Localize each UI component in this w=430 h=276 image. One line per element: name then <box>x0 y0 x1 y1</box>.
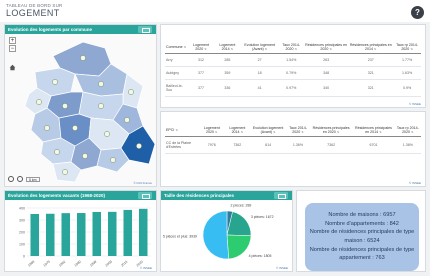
map-scale: 5 km <box>26 176 40 182</box>
communes-source: © INSEE <box>408 102 421 106</box>
col-evolution[interactable]: Evolution logement (Avant) ⇅ <box>250 124 287 138</box>
bar[interactable] <box>138 208 148 256</box>
vacants-bar-chart: 400 300 200 100 01968 1975 1982 1990 1999 2009 201… <box>19 206 151 268</box>
y-tick-label: 200 <box>19 230 25 234</box>
communes-table-panel: Commune ⇅ Logement 2020 ⇅ Logement 2014 … <box>160 24 426 108</box>
col-logement-2020[interactable]: Logement 2020 ⇅ <box>199 124 225 138</box>
table-header-row: EPCI ⇅ Logement 2020 ⇅ Logement 2014 ⇅ E… <box>165 124 421 138</box>
y-tick-label: 0 <box>23 254 25 258</box>
col-taux[interactable]: Taux 2014-2020 ⇅ <box>278 41 304 55</box>
col-taux-rp[interactable]: Taux rp 2014-2020 ⇅ <box>394 124 421 138</box>
x-tick-label: 1975 <box>43 260 51 268</box>
pie-label: 5 pièces et plus: 3939 <box>163 234 197 238</box>
y-tick-label: 300 <box>19 218 25 222</box>
col-epci[interactable]: EPCI ⇅ <box>165 124 199 138</box>
x-tick-label: 1990 <box>74 260 82 268</box>
map-toolbar: 5 km <box>8 176 40 182</box>
col-logement-2014[interactable]: Logement 2014 ⇅ <box>214 41 241 55</box>
commune-map[interactable] <box>5 34 156 186</box>
bar[interactable] <box>30 214 40 256</box>
x-tick-label: 1999 <box>89 260 97 268</box>
app-header: TABLEAU DE BORD SUR LOGEMENT ? <box>0 0 430 22</box>
col-rp-2020[interactable]: Résidences principales en 2020 ⇅ <box>309 124 353 138</box>
bar[interactable] <box>92 211 102 256</box>
communes-table: Commune ⇅ Logement 2020 ⇅ Logement 2014 … <box>165 41 421 98</box>
help-button[interactable]: ? <box>411 6 424 19</box>
stats-panel: Nombre de maisons : 6957 Nombre d'appart… <box>296 190 426 272</box>
export-button[interactable] <box>274 192 288 199</box>
residences-source: © INSEE <box>275 266 288 270</box>
x-tick-label: 2009 <box>105 260 113 268</box>
bar[interactable] <box>61 213 71 256</box>
x-tick-label: 1968 <box>27 260 35 268</box>
table-row[interactable]: Aubigny 377 359 18 0.79% 348 321 1.63% <box>165 66 421 81</box>
x-tick-label: 2014 <box>120 260 128 268</box>
stat-appartements: Nombre d'appartements : 842 <box>325 220 399 227</box>
col-taux-rp[interactable]: Taux rp 2014-2020 ⇅ <box>393 41 421 55</box>
epci-source: © INSEE <box>408 181 421 185</box>
col-rp-2014[interactable]: Résidences principales en 2014 ⇅ <box>352 124 395 138</box>
col-rp-2020[interactable]: Résidences principales en 2020 ⇅ <box>303 41 349 55</box>
table-header-row: Commune ⇅ Logement 2020 ⇅ Logement 2014 … <box>165 41 421 55</box>
col-logement-2014[interactable]: Logement 2014 ⇅ <box>224 124 251 138</box>
bar[interactable] <box>45 213 55 256</box>
residences-panel-header: Taille des résidences principales <box>161 191 292 200</box>
vacants-panel-title: Évolution des logements vacants (1968-20… <box>8 193 106 198</box>
col-logement-2020[interactable]: Logement 2020 ⇅ <box>187 41 215 55</box>
map-panel-title: Evolution des logements par commune <box>8 27 93 32</box>
export-button[interactable] <box>138 192 152 199</box>
table-row[interactable]: CC de la Plaine d'Estrées 7976 7362 614 1.36… <box>165 136 421 155</box>
vacants-source: © INSEE <box>139 266 152 270</box>
map-view[interactable]: + − 5 km © IGN France <box>5 34 156 186</box>
y-tick-label: 400 <box>19 206 25 210</box>
bar[interactable] <box>76 213 86 256</box>
x-tick-label: 1982 <box>58 260 66 268</box>
header-title: LOGEMENT <box>6 8 60 18</box>
stat-rp-appartement: Nombre de résidences principales de type… <box>309 246 415 262</box>
col-taux[interactable]: Taux 2014-2020 ⇅ <box>286 124 310 138</box>
export-button[interactable] <box>138 26 152 33</box>
pie-label: 3 pièces: 1672 <box>251 215 274 219</box>
vacants-panel: Évolution des logements vacants (1968-20… <box>4 190 157 272</box>
vacants-panel-header: Évolution des logements vacants (1968-20… <box>5 191 156 200</box>
pie-slice[interactable] <box>226 234 252 260</box>
stat-rp-maison: Nombre de résidences principales de type… <box>309 229 415 244</box>
residences-panel: Taille des résidences principales 2 pièc… <box>160 190 293 272</box>
bar[interactable] <box>123 209 133 256</box>
epci-table: EPCI ⇅ Logement 2020 ⇅ Logement 2014 ⇅ E… <box>165 124 421 155</box>
layers-icon[interactable] <box>17 176 23 182</box>
table-row[interactable]: Bailleul-le-Soc 377 336 41 0.97% 340 321 0.9% <box>165 79 421 98</box>
residences-panel-title: Taille des résidences principales <box>164 193 234 198</box>
residences-pie-chart: 2 pièces: 289 3 pièces: 1672 4 pièces: 180… <box>163 203 274 260</box>
pie-label: 4 pièces: 1805 <box>249 254 272 258</box>
y-tick-label: 100 <box>19 242 25 246</box>
col-evolution[interactable]: Evolution logement (Avant) ⇅ <box>240 41 279 55</box>
locate-icon[interactable] <box>8 176 14 182</box>
table-row[interactable]: Arry 312 285 27 1.54% 263 237 1.77% <box>165 53 421 68</box>
map-source: © IGN France <box>133 181 152 185</box>
col-commune[interactable]: Commune ⇅ <box>165 41 188 55</box>
stats-box: Nombre de maisons : 6957 Nombre d'appart… <box>305 203 419 271</box>
map-panel: Evolution des logements par commune + − <box>4 24 157 187</box>
bar[interactable] <box>107 211 117 256</box>
pie-slice[interactable] <box>202 210 229 260</box>
stat-maisons: Nombre de maisons : 6957 <box>328 212 396 219</box>
map-panel-header: Evolution des logements par commune <box>5 25 156 34</box>
epci-table-panel: EPCI ⇅ Logement 2020 ⇅ Logement 2014 ⇅ E… <box>160 111 426 187</box>
col-rp-2014[interactable]: Résidences principales en 2014 ⇅ <box>348 41 394 55</box>
pie-label: 2 pièces: 289 <box>231 203 252 207</box>
